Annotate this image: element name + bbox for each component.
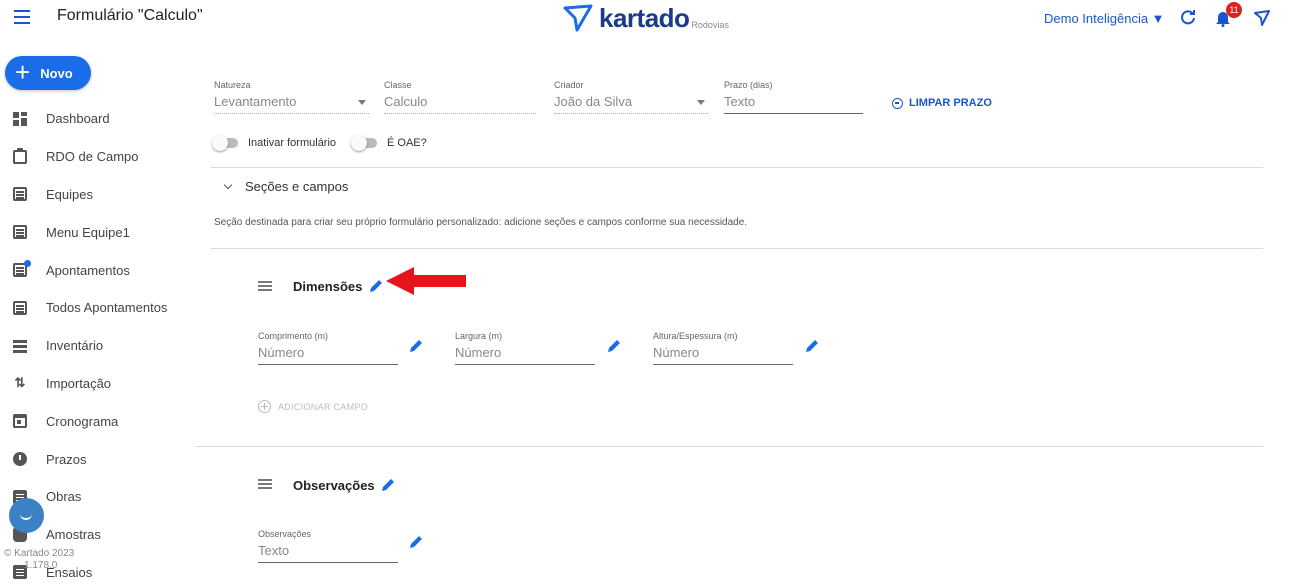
- import-icon: ⇅: [14, 375, 26, 391]
- sidebar-item-label: Apontamentos: [46, 262, 130, 278]
- version-text: 1.178.0: [24, 560, 58, 571]
- divider: [195, 446, 1263, 447]
- sidebar-item-cronograma[interactable]: Cronograma: [0, 402, 190, 440]
- copyright-text: © Kartado 2023: [4, 548, 75, 559]
- field-placeholder: Número: [258, 345, 305, 360]
- field-placeholder: Texto: [258, 543, 290, 558]
- sidebar-item-importacao[interactable]: ⇅ Importação: [0, 365, 190, 403]
- chat-support-icon[interactable]: [9, 498, 44, 533]
- calendar-icon: [13, 414, 27, 429]
- field-label: Observações: [258, 529, 312, 539]
- field-label: Natureza: [214, 80, 251, 90]
- sidebar-item-label: Cronograma: [46, 413, 119, 429]
- edit-field-pencil-icon[interactable]: [606, 338, 622, 354]
- field-label: Altura/Espessura (m): [653, 331, 738, 341]
- sidebar-item-equipes[interactable]: Equipes: [0, 176, 190, 214]
- sidebar-item-label: Obras: [46, 489, 82, 505]
- edit-field-pencil-icon[interactable]: [408, 534, 424, 550]
- field-value: Calculo: [384, 94, 428, 109]
- notification-count-badge: 11: [1226, 2, 1242, 18]
- field-placeholder: Número: [455, 345, 502, 360]
- field-label: Classe: [384, 80, 412, 90]
- kartado-logo: kartado Rodovias: [563, 2, 729, 34]
- expander-label: Seções e campos: [245, 179, 349, 194]
- sidebar-item-label: Equipes: [46, 186, 93, 202]
- oae-toggle[interactable]: É OAE?: [351, 135, 427, 151]
- field-value: Levantamento: [214, 94, 297, 109]
- plus-icon: +: [15, 57, 31, 87]
- drag-handle-icon[interactable]: [258, 281, 272, 291]
- sidebar: + Novo Dashboard RDO de Campo Equipes Me…: [0, 36, 190, 587]
- sidebar-item-todos-apontamentos[interactable]: Todos Apontamentos: [0, 289, 190, 327]
- sidebar-item-rdo-de-campo[interactable]: RDO de Campo: [0, 138, 190, 176]
- new-button[interactable]: + Novo: [5, 56, 91, 90]
- send-icon[interactable]: [1254, 10, 1270, 26]
- toggle-label: É OAE?: [387, 137, 427, 149]
- section-title: Observações: [293, 478, 375, 493]
- plus-circle-icon: [258, 400, 271, 413]
- sections-fields-expander[interactable]: Seções e campos: [223, 179, 349, 194]
- sidebar-item-label: Prazos: [46, 451, 87, 467]
- section-title: Dimensões: [293, 279, 363, 294]
- refresh-icon[interactable]: [1180, 9, 1196, 25]
- sidebar-item-menu-equipe1[interactable]: Menu Equipe1: [0, 213, 190, 251]
- inactivate-form-toggle[interactable]: Inativar formulário: [212, 135, 337, 151]
- sidebar-item-label: Importação: [46, 375, 112, 391]
- list-icon: [13, 187, 27, 202]
- logo-text: kartado: [599, 2, 690, 33]
- dashboard-icon: [13, 111, 27, 126]
- divider: [210, 248, 1263, 249]
- clipboard-icon: [13, 147, 27, 164]
- new-button-label: Novo: [40, 65, 73, 81]
- sidebar-item-dashboard[interactable]: Dashboard: [0, 100, 190, 138]
- field-value: João da Silva: [554, 94, 633, 109]
- main-content: Natureza Levantamento Classe Calculo Cri…: [195, 36, 1301, 587]
- clock-icon: [13, 452, 27, 467]
- divider: [210, 167, 1263, 168]
- inventory-icon: [13, 339, 27, 353]
- field-placeholder: Número: [653, 345, 700, 360]
- unread-dot-badge: [24, 260, 31, 268]
- dropdown-arrow-icon: [697, 100, 705, 105]
- sidebar-item-label: RDO de Campo: [46, 149, 139, 165]
- sidebar-item-apontamentos[interactable]: Apontamentos: [0, 251, 190, 289]
- chevron-down-icon: [223, 180, 233, 190]
- top-bar: Formulário "Calculo" kartado Rodovias De…: [0, 0, 1301, 36]
- sidebar-item-label: Menu Equipe1: [46, 224, 130, 240]
- hamburger-menu-icon[interactable]: [14, 10, 30, 24]
- list-icon: [13, 225, 27, 240]
- sidebar-item-prazos[interactable]: Prazos: [0, 440, 190, 478]
- company-selector[interactable]: Demo Inteligência ▼: [1044, 11, 1165, 26]
- field-label: Prazo (dias): [724, 80, 773, 90]
- field-label: Criador: [554, 80, 584, 90]
- field-placeholder: Texto: [724, 94, 756, 109]
- sidebar-item-inventario[interactable]: Inventário: [0, 327, 190, 365]
- edit-section-pencil-icon[interactable]: [368, 278, 384, 294]
- sidebar-item-label: Todos Apontamentos: [46, 300, 168, 316]
- footer-copyright: © Kartado 2023 1.178.0: [4, 548, 74, 572]
- field-label: Comprimento (m): [258, 331, 329, 341]
- list-icon: [13, 300, 27, 315]
- minus-circle-icon: [892, 97, 903, 109]
- logo-arrow-icon: [563, 4, 593, 32]
- add-field-label: ADICIONAR CAMPO: [278, 401, 369, 412]
- drag-handle-icon[interactable]: [258, 479, 272, 489]
- sidebar-item-label: Dashboard: [46, 111, 110, 127]
- sidebar-item-label: Inventário: [46, 338, 104, 354]
- logo-subtitle: Rodovias: [691, 20, 729, 30]
- edit-field-pencil-icon[interactable]: [408, 338, 424, 354]
- edit-section-pencil-icon[interactable]: [380, 477, 396, 493]
- field-label: Largura (m): [455, 331, 503, 341]
- annotation-arrow-icon: [386, 267, 466, 295]
- dropdown-arrow-icon: [358, 100, 366, 105]
- clear-deadline-label: LIMPAR PRAZO: [909, 97, 992, 109]
- sidebar-item-label: Amostras: [46, 527, 101, 543]
- clear-deadline-button[interactable]: LIMPAR PRAZO: [892, 97, 992, 109]
- add-field-button[interactable]: ADICIONAR CAMPO: [258, 400, 368, 413]
- page-title: Formulário "Calculo": [57, 7, 203, 24]
- edit-field-pencil-icon[interactable]: [804, 338, 820, 354]
- toggle-label: Inativar formulário: [248, 137, 337, 149]
- sections-description: Seção destinada para criar seu próprio f…: [214, 217, 748, 228]
